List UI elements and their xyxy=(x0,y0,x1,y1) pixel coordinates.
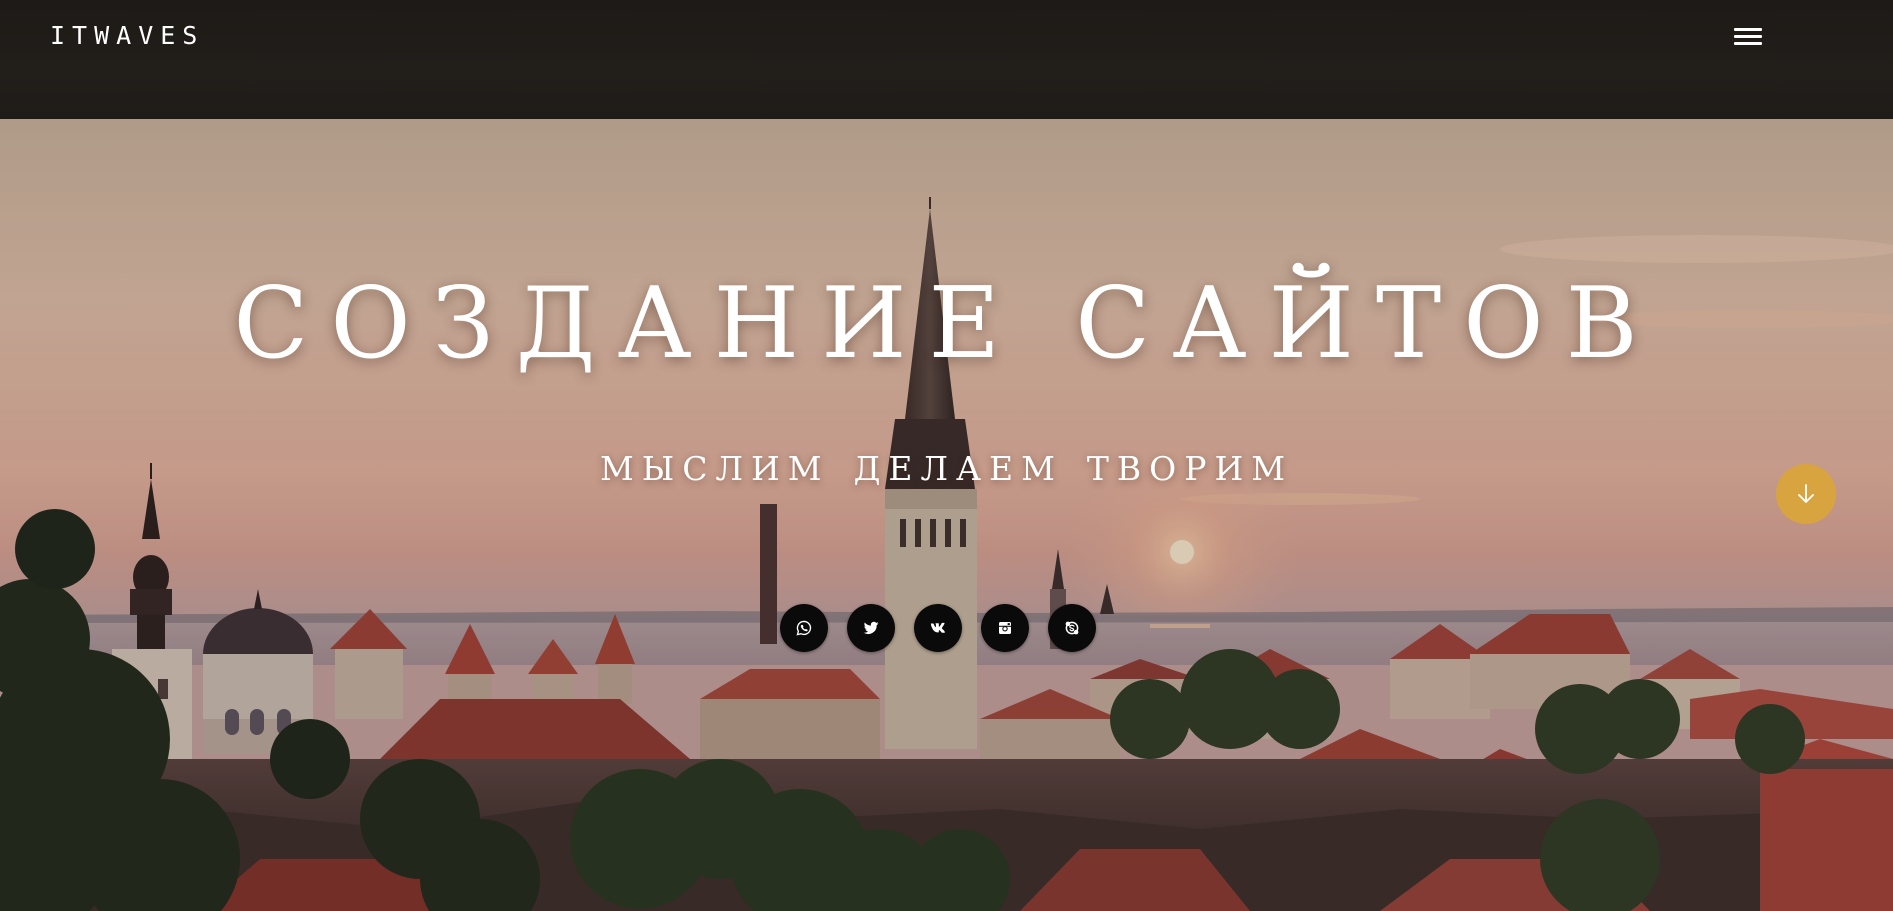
skype-icon[interactable] xyxy=(1048,604,1096,652)
tagline-word: МЫСЛИМ xyxy=(599,449,830,488)
instagram-icon[interactable] xyxy=(981,604,1029,652)
tagline-word: ДЕЛАЕМ xyxy=(853,449,1063,488)
scroll-down-button[interactable] xyxy=(1776,464,1836,524)
menu-line xyxy=(1734,42,1762,45)
twitter-icon[interactable] xyxy=(847,604,895,652)
vk-glyph xyxy=(930,622,945,633)
skype-glyph xyxy=(1065,621,1079,635)
site-logo[interactable]: ITWAVES xyxy=(50,20,204,52)
hero-tagline: МЫСЛИМ ДЕЛАЕМ ТВОРИМ xyxy=(0,449,1893,489)
hero-section: СОЗДАНИЕ САЙТОВ МЫСЛИМ ДЕЛАЕМ ТВОРИМ xyxy=(0,119,1893,911)
top-navigation-bar: ITWAVES xyxy=(0,0,1893,119)
hero-headline: СОЗДАНИЕ САЙТОВ xyxy=(233,267,1660,381)
arrow-down-icon xyxy=(1798,484,1814,503)
vk-icon[interactable] xyxy=(914,604,962,652)
social-links xyxy=(780,604,1096,652)
instagram-glyph xyxy=(999,622,1011,634)
page: ITWAVES СОЗДАНИЕ САЙТОВ МЫСЛИМ ДЕЛАЕМ ТВ… xyxy=(0,0,1893,911)
whatsapp-icon[interactable] xyxy=(780,604,828,652)
tagline-word: ТВОРИМ xyxy=(1086,449,1294,488)
sunset-city-skyline-image xyxy=(0,119,1893,911)
menu-line xyxy=(1734,35,1762,38)
whatsapp-glyph xyxy=(796,620,812,636)
hamburger-menu-icon[interactable] xyxy=(1734,26,1762,48)
twitter-glyph xyxy=(863,621,879,635)
menu-line xyxy=(1734,28,1762,31)
